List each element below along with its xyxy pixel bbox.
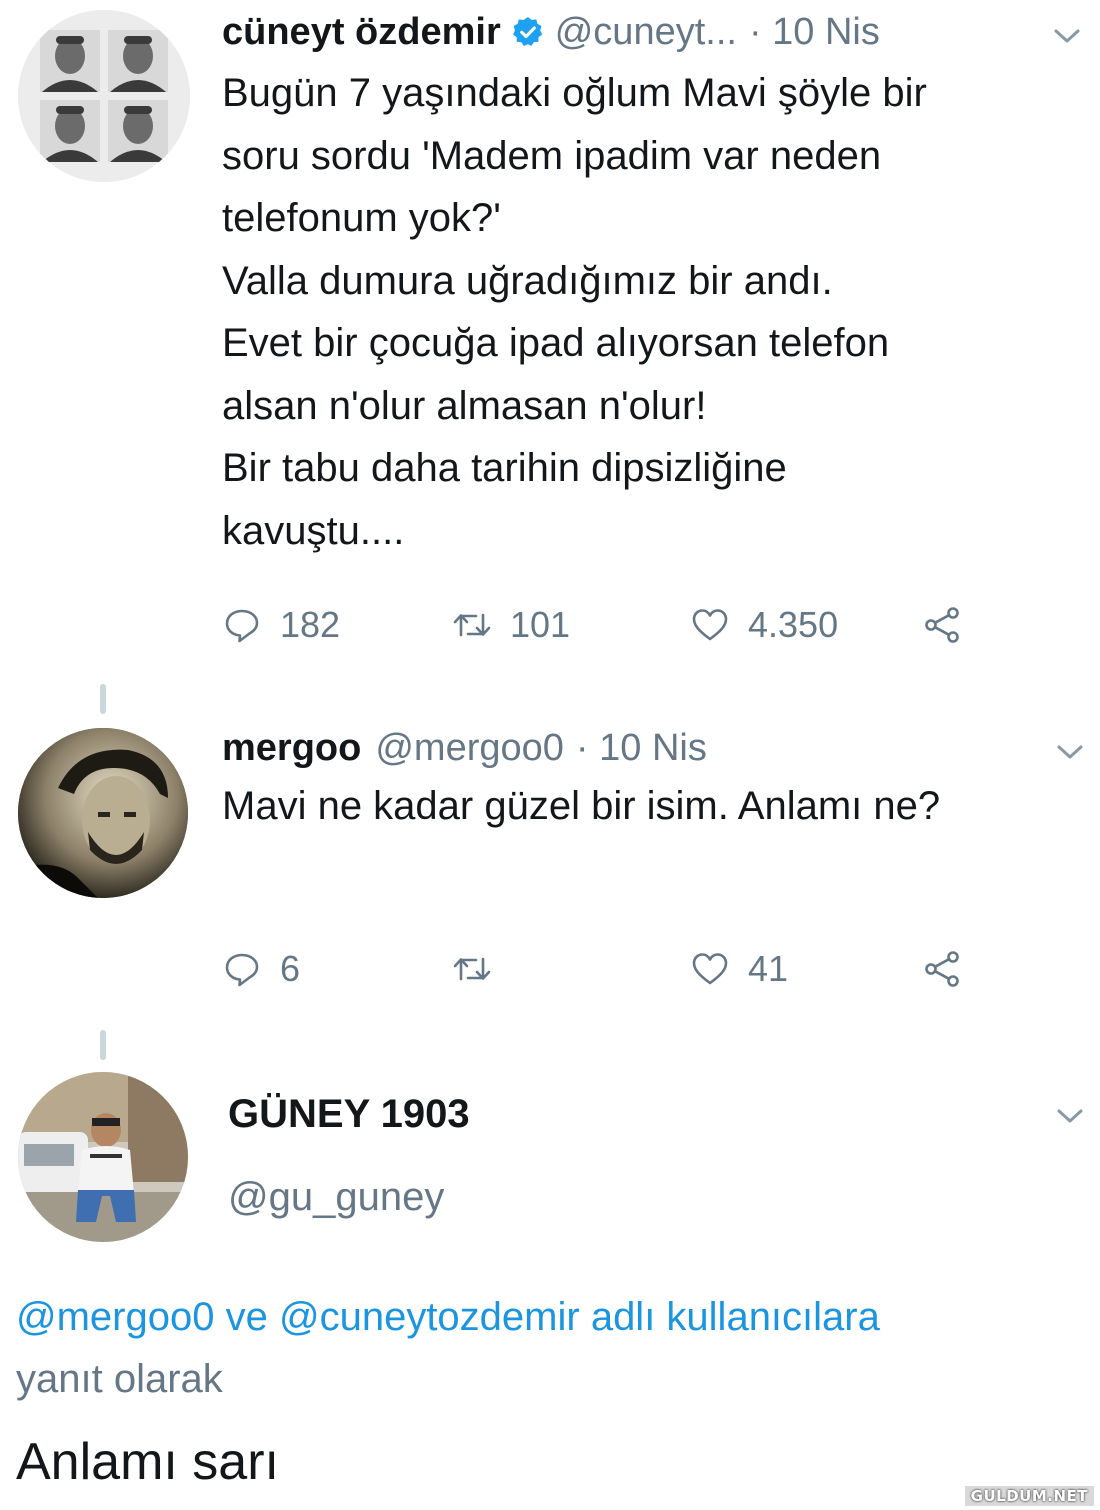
mention-link[interactable]: @mergoo0: [16, 1295, 214, 1339]
reply-label: yanıt olarak: [16, 1357, 223, 1401]
tweet-text-line: Bir tabu daha tarihin dipsizliğine: [222, 446, 787, 490]
tweet-header: mergoo @mergoo0 · 10 Nis: [222, 724, 707, 772]
watermark: GULDUM.NET: [964, 1486, 1094, 1506]
tweet-actions: 182 101 4.350: [222, 600, 1002, 650]
like-count: 41: [748, 948, 789, 989]
verified-badge-icon: [512, 17, 542, 47]
heart-icon: [692, 609, 728, 641]
tweet-text-line: alsan n'olur almasan n'olur!: [222, 383, 707, 428]
chevron-down-icon[interactable]: [1055, 742, 1085, 762]
thread-line: [100, 1030, 106, 1060]
chevron-down-icon[interactable]: [1052, 26, 1082, 46]
tweet-text: Bugün 7 yaşındaki oğlum Mavi şöyle bir s…: [222, 62, 1082, 562]
retweet-button[interactable]: 101: [452, 600, 570, 650]
tweet-header: cüneyt özdemir @cuneyt... · 10 Nis: [222, 8, 880, 56]
reply-button[interactable]: 182: [222, 600, 340, 650]
display-name[interactable]: mergoo: [222, 727, 361, 770]
reply-icon: [225, 953, 259, 987]
retweet-icon: [453, 957, 491, 981]
thread-line: [100, 684, 106, 714]
like-count: 4.350: [748, 604, 839, 645]
chevron-down-icon[interactable]: [1055, 1106, 1085, 1126]
tweet-date[interactable]: · 10 Nis: [749, 11, 880, 54]
tweet-thread: cüneyt özdemir @cuneyt... · 10 Nis Bugün…: [0, 0, 1100, 1510]
retweet-count: 101: [510, 604, 571, 645]
user-handle[interactable]: @gu_guney: [228, 1175, 444, 1220]
tweet-text-line: Evet bir çocuğa ipad alıyorsan telefon: [222, 321, 890, 365]
reply-icon: [225, 609, 259, 643]
user-handle[interactable]: @mergoo0: [375, 727, 564, 770]
tweet-text: Mavi ne kadar güzel bir isim. Anlamı ne?: [222, 784, 941, 828]
reply-button[interactable]: 6: [222, 944, 300, 994]
tweet-text-line: soru sordu 'Madem ipadim var neden: [222, 133, 882, 178]
user-handle[interactable]: @cuneyt...: [555, 11, 737, 54]
avatar-mergoo[interactable]: [18, 728, 188, 898]
share-icon: [925, 951, 959, 987]
display-name[interactable]: cüneyt özdemir: [222, 11, 501, 54]
reply-count: 182: [280, 604, 341, 645]
replying-to: @mergoo0 ve @cuneytozdemir adlı kullanıc…: [16, 1286, 1086, 1410]
share-button[interactable]: [922, 600, 962, 650]
like-button[interactable]: 41: [690, 944, 788, 994]
like-button[interactable]: 4.350: [690, 600, 838, 650]
heart-icon: [692, 953, 728, 985]
tweet-text-line: Valla dumura uğradığımız bir andı.: [222, 258, 833, 303]
tweet-actions: 6 41: [222, 944, 1002, 994]
share-icon: [925, 607, 959, 643]
reply-connector: ve: [214, 1295, 279, 1339]
tweet-text: Anlamı sarı: [16, 1433, 279, 1491]
avatar-guney[interactable]: [18, 1072, 188, 1242]
reply-count: 6: [280, 948, 301, 989]
avatar-cuneyt[interactable]: [18, 10, 190, 182]
retweet-icon: [453, 613, 491, 637]
mention-link[interactable]: @cuneytozdemir: [279, 1295, 580, 1339]
tweet-date[interactable]: · 10 Nis: [576, 727, 707, 770]
tweet-text-line: Bugün 7 yaşındaki oğlum Mavi şöyle bir: [222, 71, 927, 115]
reply-suffix: adlı kullanıcılara: [579, 1295, 880, 1339]
tweet-text-line: telefonum yok?': [222, 196, 501, 240]
tweet-text-line: kavuştu....: [222, 508, 405, 553]
share-button[interactable]: [922, 944, 962, 994]
retweet-button[interactable]: [452, 944, 510, 994]
display-name[interactable]: GÜNEY 1903: [228, 1092, 470, 1137]
